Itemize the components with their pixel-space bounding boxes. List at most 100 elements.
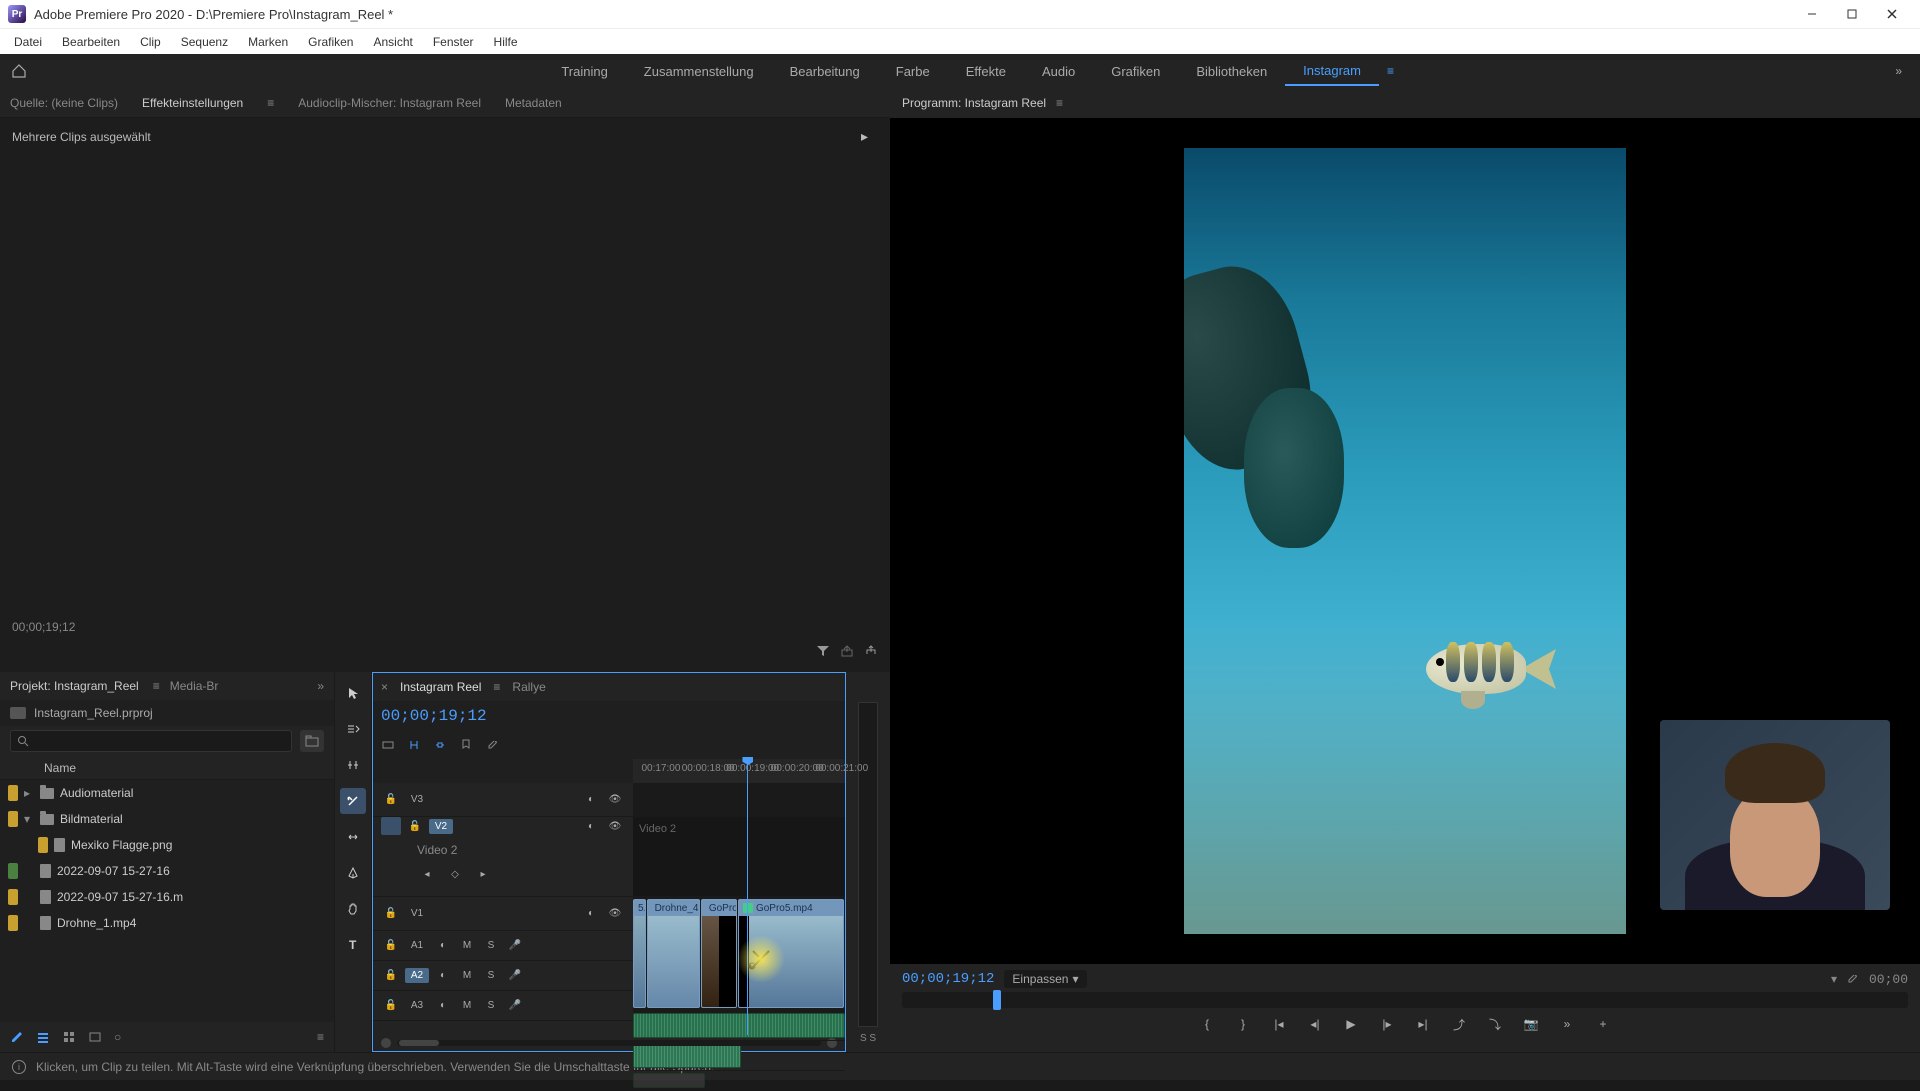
extract-button[interactable]: ⤵: [1483, 1012, 1507, 1036]
workspace-editing[interactable]: Bearbeitung: [772, 58, 878, 85]
track-visibility-icon[interactable]: 👁: [605, 905, 625, 923]
file-recording-2[interactable]: 2022-09-07 15-27-16.m: [0, 884, 334, 910]
file-drohne-1[interactable]: Drohne_1.mp4: [0, 910, 334, 936]
lock-icon[interactable]: 🔓: [381, 905, 401, 923]
settings-wrench-icon[interactable]: [1845, 972, 1859, 986]
track-header-v3[interactable]: 🔓 V3 ◐ 👁: [373, 783, 633, 817]
button-editor-plus[interactable]: +: [1591, 1012, 1615, 1036]
keyframe-add-icon[interactable]: ◇: [445, 865, 465, 883]
workspace-libraries[interactable]: Bibliotheken: [1178, 58, 1285, 85]
track-label-a1[interactable]: A1: [405, 938, 429, 953]
timeline-timecode[interactable]: 00;00;19;12: [381, 707, 487, 725]
track-header-v2[interactable]: 🔓 V2 ◐ 👁 Video 2 ◂ ◇: [373, 817, 633, 897]
program-menu-icon[interactable]: ≡: [1056, 96, 1063, 110]
workspace-menu-icon[interactable]: ≡: [1379, 64, 1402, 78]
project-tab[interactable]: Projekt: Instagram_Reel: [10, 679, 139, 693]
tab-audio-mixer[interactable]: Audioclip-Mischer: Instagram Reel: [298, 92, 481, 114]
share-icon[interactable]: [864, 644, 878, 658]
scroll-thumb[interactable]: [399, 1040, 439, 1046]
export-frame-button[interactable]: 📷: [1519, 1012, 1543, 1036]
panel-menu-icon[interactable]: ≡: [267, 96, 274, 110]
keyframe-prev-icon[interactable]: ◂: [417, 865, 437, 883]
track-header-v1[interactable]: 🔓 V1 ◐ 👁: [373, 897, 633, 931]
mute-button[interactable]: M: [457, 937, 477, 955]
step-back-button[interactable]: ◂|: [1303, 1012, 1327, 1036]
lock-icon[interactable]: 🔓: [405, 817, 425, 835]
workspace-assembly[interactable]: Zusammenstellung: [626, 58, 772, 85]
menu-graphics[interactable]: Grafiken: [298, 31, 363, 53]
pencil-icon[interactable]: [10, 1030, 24, 1044]
icon-view-icon[interactable]: [62, 1030, 76, 1044]
zoom-fit-dropdown[interactable]: Einpassen ▾: [1004, 970, 1086, 988]
file-recording-1[interactable]: 2022-09-07 15-27-16: [0, 858, 334, 884]
track-label-v2[interactable]: V2: [429, 819, 453, 834]
track-header-a2[interactable]: 🔓 A2 ◐ M S 🎤: [373, 961, 633, 991]
list-view-icon[interactable]: [36, 1030, 50, 1044]
close-button[interactable]: [1872, 0, 1912, 28]
mute-button[interactable]: M: [457, 967, 477, 985]
panel-overflow-icon[interactable]: »: [317, 679, 324, 693]
menu-help[interactable]: Hilfe: [484, 31, 528, 53]
folder-bildmaterial[interactable]: ▾ Bildmaterial: [0, 806, 334, 832]
timeline-menu-icon[interactable]: ≡: [493, 680, 500, 694]
twisty-icon[interactable]: ▸: [24, 786, 34, 800]
tab-source[interactable]: Quelle: (keine Clips): [10, 92, 118, 114]
voice-record-icon[interactable]: 🎤: [505, 967, 525, 985]
step-forward-button[interactable]: |▸: [1375, 1012, 1399, 1036]
solo-button[interactable]: S: [481, 997, 501, 1015]
ripple-edit-tool[interactable]: [340, 752, 366, 778]
zoom-slider-handle[interactable]: ○: [114, 1030, 121, 1044]
program-scrubber[interactable]: [902, 992, 1908, 1008]
go-to-in-button[interactable]: |◂: [1267, 1012, 1291, 1036]
track-header-a3[interactable]: 🔓 A3 ◐ M S 🎤: [373, 991, 633, 1021]
track-output-icon[interactable]: ◐: [581, 905, 601, 923]
keyframe-next-icon[interactable]: ▸: [473, 865, 493, 883]
scrub-playhead[interactable]: [993, 990, 1001, 1010]
nest-toggle[interactable]: [381, 738, 395, 752]
lock-icon[interactable]: 🔓: [381, 997, 401, 1015]
go-to-out-button[interactable]: ▸|: [1411, 1012, 1435, 1036]
effect-expand-icon[interactable]: ▸: [861, 128, 868, 145]
sequence-tab-rallye[interactable]: Rallye: [512, 680, 545, 694]
filter-icon[interactable]: [816, 644, 830, 658]
tab-metadata[interactable]: Metadaten: [505, 92, 562, 114]
linked-selection-toggle[interactable]: [433, 738, 447, 752]
wrench-settings-icon[interactable]: [485, 738, 499, 752]
resolution-dropdown[interactable]: ▾: [1831, 972, 1837, 986]
lock-icon[interactable]: 🔓: [381, 937, 401, 955]
track-select-tool[interactable]: [340, 716, 366, 742]
track-output-icon[interactable]: ◐: [581, 817, 601, 835]
type-tool[interactable]: T: [340, 932, 366, 958]
snap-toggle[interactable]: [407, 738, 421, 752]
program-timecode[interactable]: 00;00;19;12: [902, 971, 994, 987]
track-header-a1[interactable]: 🔓 A1 ◐ M S 🎤: [373, 931, 633, 961]
minimize-button[interactable]: [1792, 0, 1832, 28]
freeform-view-icon[interactable]: [88, 1030, 102, 1044]
menu-sequence[interactable]: Sequenz: [171, 31, 238, 53]
solo-button[interactable]: S: [481, 937, 501, 955]
clip-drohne4[interactable]: Drohne_4.mp4: [647, 899, 700, 1008]
track-visibility-icon[interactable]: 👁: [605, 817, 625, 835]
mark-in-button[interactable]: {: [1195, 1012, 1219, 1036]
export-icon[interactable]: [840, 644, 854, 658]
tab-effect-controls[interactable]: Effekteinstellungen: [142, 92, 243, 114]
mark-out-button[interactable]: }: [1231, 1012, 1255, 1036]
audio-clip-a3[interactable]: [633, 1073, 705, 1088]
clip-gopro2[interactable]: GoPro2.mp4: [701, 899, 737, 1008]
audio-clip-a1[interactable]: [633, 1013, 845, 1038]
button-editor-overflow[interactable]: »: [1555, 1012, 1579, 1036]
playhead-marker[interactable]: [747, 759, 748, 783]
pen-tool[interactable]: [340, 860, 366, 886]
home-button[interactable]: [8, 60, 30, 82]
audio-clip-a2[interactable]: [633, 1043, 741, 1068]
track-visibility-icon[interactable]: 👁: [605, 791, 625, 809]
menu-clip[interactable]: Clip: [130, 31, 171, 53]
workspace-audio[interactable]: Audio: [1024, 58, 1093, 85]
menu-view[interactable]: Ansicht: [363, 31, 422, 53]
file-mexiko-flag[interactable]: Mexiko Flagge.png: [0, 832, 334, 858]
name-column-header[interactable]: Name: [44, 761, 76, 775]
solo-button[interactable]: S: [481, 967, 501, 985]
track-target-v2[interactable]: [381, 817, 401, 835]
voice-record-icon[interactable]: 🎤: [505, 997, 525, 1015]
sequence-tab-active[interactable]: Instagram Reel: [400, 680, 481, 694]
